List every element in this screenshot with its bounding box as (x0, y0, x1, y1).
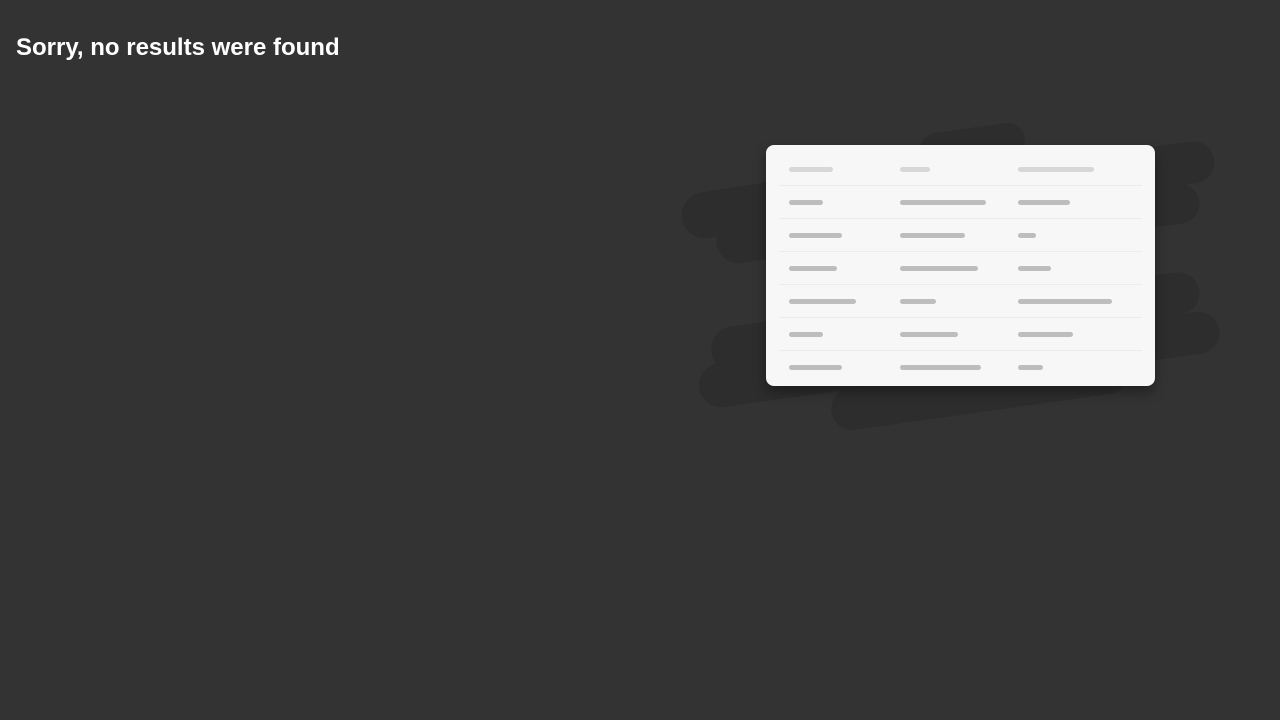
header-cell-placeholder (1018, 167, 1094, 172)
placeholder-table (779, 167, 1142, 370)
table-card (766, 145, 1155, 386)
cell-placeholder (789, 233, 842, 238)
cell-placeholder (789, 365, 842, 370)
header-cell-placeholder (900, 167, 930, 172)
empty-results-page: Sorry, no results were found (0, 0, 1280, 720)
row-divider (779, 218, 1142, 219)
cell-placeholder (789, 200, 823, 205)
cell-placeholder (1018, 200, 1070, 205)
cell-placeholder (900, 332, 958, 337)
page-title: Sorry, no results were found (16, 34, 340, 61)
empty-table-illustration (670, 110, 1240, 430)
row-divider (779, 185, 1142, 186)
cell-placeholder (900, 266, 978, 271)
row-divider (779, 251, 1142, 252)
cell-placeholder (900, 299, 936, 304)
row-divider (779, 284, 1142, 285)
cell-placeholder (1018, 299, 1112, 304)
cell-placeholder (900, 233, 965, 238)
cell-placeholder (1018, 332, 1073, 337)
cell-placeholder (900, 200, 986, 205)
cell-placeholder (1018, 365, 1043, 370)
cell-placeholder (1018, 266, 1051, 271)
cell-placeholder (789, 299, 856, 304)
cell-placeholder (789, 266, 837, 271)
cell-placeholder (1018, 233, 1036, 238)
header-cell-placeholder (789, 167, 833, 172)
row-divider (779, 350, 1142, 351)
cell-placeholder (789, 332, 823, 337)
cell-placeholder (900, 365, 981, 370)
row-divider (779, 317, 1142, 318)
